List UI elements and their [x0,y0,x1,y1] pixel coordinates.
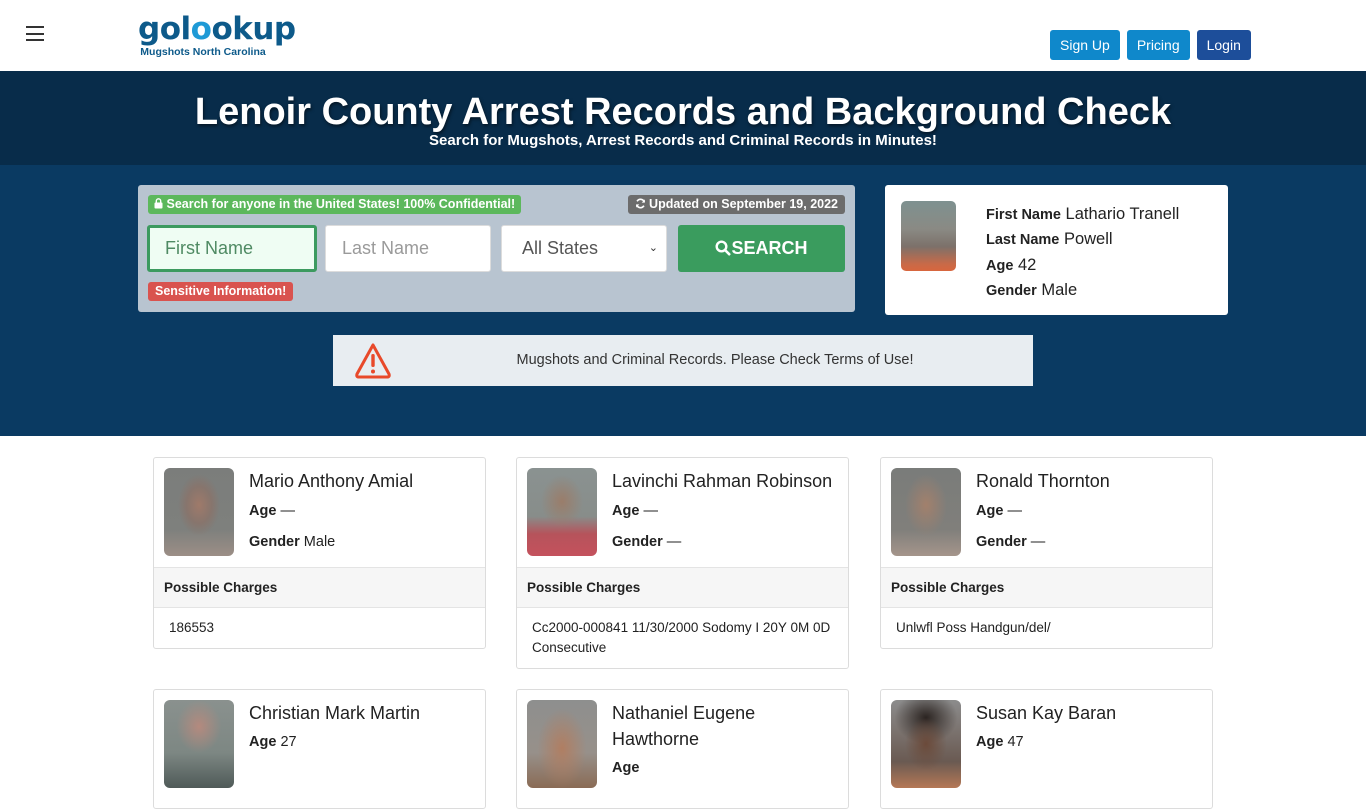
chevron-down-icon: ⌄ [648,242,658,254]
mugshot-photo [891,468,961,556]
charges-text: Cc2000-000841 11/30/2000 Sodomy I 20Y 0M… [532,620,831,655]
confidential-text: Search for anyone in the United States! … [166,197,516,211]
mugshot-photo [164,468,234,556]
featured-record-card[interactable]: First Name Lathario Tranell Last Name Po… [885,185,1228,315]
charges-text: 186553 [169,620,215,635]
last-name-value: Powell [1063,230,1113,249]
page-title: Lenoir County Arrest Records and Backgro… [194,91,1172,133]
record-name[interactable]: Susan Kay Baran [976,700,1206,726]
record-card[interactable]: Ronald Thornton Age — Gender — Possible … [880,457,1213,649]
mugshot-photo [527,468,597,556]
age-value: — [643,503,658,519]
state-selected-value: All States [522,238,599,258]
charges-header: Possible Charges [881,567,1212,608]
record-name[interactable]: Ronald Thornton [976,468,1206,494]
pricing-button[interactable]: Pricing [1126,30,1190,60]
record-name[interactable]: Lavinchi Rahman Robinson [612,468,842,494]
gender-value: — [666,534,682,550]
featured-last-name-row: Last Name Powell [986,227,1179,252]
confidential-badge: Search for anyone in the United States! … [148,195,522,214]
mugshot-photo [891,700,961,788]
top-navbar: golookup Mugshots North Carolina Sign Up… [0,0,1366,71]
record-age: Age 27 [249,734,297,750]
updated-badge: Updated on September 19, 2022 [627,195,845,214]
search-panel: Search for anyone in the United States! … [138,185,855,312]
gender-label: Gender [986,282,1037,299]
last-name-label: Last Name [986,232,1060,249]
gender-label: Gender [612,534,663,550]
record-name[interactable]: Nathaniel Eugene Hawthorne [612,700,792,752]
age-value: 27 [280,734,297,750]
logo[interactable]: golookup Mugshots North Carolina [138,11,296,58]
refresh-icon [635,198,645,209]
logo-wordmark: golookup [138,11,296,47]
sign-up-button[interactable]: Sign Up [1050,30,1120,60]
featured-first-name-row: First Name Lathario Tranell [986,202,1179,227]
featured-age-row: Age 42 [986,253,1179,278]
record-name[interactable]: Mario Anthony Amial [249,468,479,494]
page-subtitle: Search for Mugshots, Arrest Records and … [429,132,937,149]
first-name-value: Lathario Tranell [1065,205,1180,223]
gender-label: Gender [976,534,1027,550]
age-label: Age [976,503,1004,519]
record-age: Age — [612,503,658,519]
age-label: Age [249,503,277,519]
updated-text: Updated on September 19, 2022 [649,197,838,211]
gender-value: Male [1041,280,1078,299]
lock-icon [154,198,163,209]
state-select[interactable]: All States ⌄ [501,225,667,272]
record-gender: Gender — [976,534,1045,550]
logo-part2: okup [211,11,296,47]
nav-buttons: Sign Up Pricing Login [1050,30,1251,60]
age-value: — [280,503,295,519]
featured-mugshot [901,201,956,271]
featured-gender-row: Gender Male [986,278,1179,303]
record-card[interactable]: Mario Anthony Amial Age — Gender Male Po… [153,457,486,649]
age-label: Age [612,760,640,776]
search-button[interactable]: SEARCH [678,225,845,272]
record-card[interactable]: Lavinchi Rahman Robinson Age — Gender — … [516,457,849,669]
record-card[interactable]: Christian Mark Martin Age 27 [153,689,486,809]
first-name-input[interactable]: First Name [147,225,317,272]
hero-banner: Lenoir County Arrest Records and Backgro… [0,71,1366,165]
first-name-label: First Name [986,207,1061,223]
age-value: 47 [1007,734,1024,750]
mugshot-photo [527,700,597,788]
age-label: Age [249,734,277,750]
charges-text: Unlwfl Poss Handgun/del/ [896,620,1051,635]
record-age: Age — [976,503,1022,519]
logo-part1: gol [138,11,191,47]
record-card[interactable]: Nathaniel Eugene Hawthorne Age [516,689,849,809]
record-gender: Gender — [612,534,681,550]
gender-value: Male [303,534,336,550]
warning-text[interactable]: Mugshots and Criminal Records. Please Ch… [333,352,1097,368]
login-button[interactable]: Login [1196,30,1251,60]
hamburger-menu-icon[interactable] [26,26,44,41]
record-age: Age 47 [976,734,1024,750]
charges-header: Possible Charges [154,567,485,608]
last-name-input[interactable]: Last Name [325,225,491,272]
age-label: Age [986,257,1014,274]
charges-header: Possible Charges [517,567,848,608]
record-age: Age — [249,503,295,519]
logo-subtitle: Mugshots North Carolina [140,46,266,58]
record-age: Age [612,760,639,776]
terms-warning-bar: Mugshots and Criminal Records. Please Ch… [333,335,1033,386]
sensitive-badge: Sensitive Information! [148,282,294,301]
age-label: Age [612,503,640,519]
featured-info: First Name Lathario Tranell Last Name Po… [986,202,1179,303]
mugshot-photo [164,700,234,788]
age-label: Age [976,734,1004,750]
gender-label: Gender [249,534,300,550]
record-card[interactable]: Susan Kay Baran Age 47 [880,689,1213,809]
record-gender: Gender Male [249,534,335,550]
record-name[interactable]: Christian Mark Martin [249,700,479,726]
search-icon [715,240,731,256]
gender-value: — [1030,534,1046,550]
age-value: — [1007,503,1022,519]
search-button-label: SEARCH [731,238,808,258]
logo-o: o [190,11,212,47]
age-value: 42 [1018,255,1037,274]
